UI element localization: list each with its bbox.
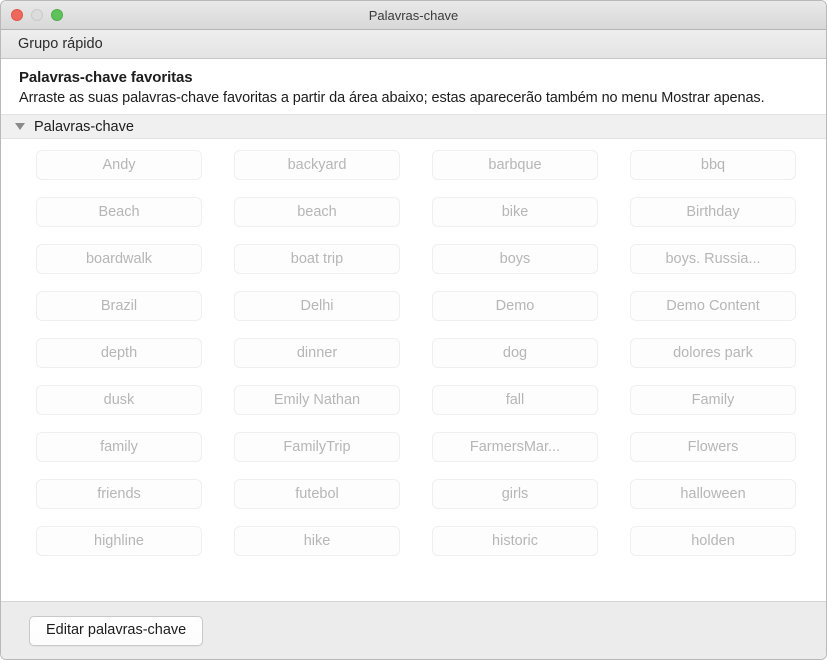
quick-group-label[interactable]: Grupo rápido <box>18 36 103 52</box>
section-title: Palavras-chave <box>34 118 134 135</box>
keyword-chip[interactable]: bbq <box>630 150 796 180</box>
keyword-chip[interactable]: Family <box>630 385 796 415</box>
keyword-chip-label: dog <box>502 345 528 361</box>
keyword-chip[interactable]: depth <box>36 338 202 368</box>
section-header-keywords[interactable]: Palavras-chave <box>1 114 826 139</box>
keyword-chip-label: highline <box>94 533 144 549</box>
keyword-chip-label: depth <box>100 345 138 361</box>
keyword-chip[interactable]: Emily Nathan <box>234 385 400 415</box>
keyword-chip[interactable]: family <box>36 432 202 462</box>
keyword-chip[interactable]: barbque <box>432 150 598 180</box>
keywords-grid-area: Andy backyard barbque bbq Beach beach bike Birt… <box>1 139 826 601</box>
keyword-chip[interactable]: highline <box>36 526 202 556</box>
edit-keywords-button[interactable]: Editar palavras-chave <box>29 615 204 646</box>
keyword-chip-label: Andy <box>102 157 136 173</box>
header-panel: Palavras-chave favoritas Arraste as suas… <box>1 59 826 114</box>
keyword-chip[interactable]: friends <box>36 479 202 509</box>
keyword-chip[interactable]: bike <box>432 197 598 227</box>
keyword-chip[interactable]: backyard <box>234 150 400 180</box>
keyword-chip[interactable]: futebol <box>234 479 400 509</box>
keyword-chip-label: holden <box>691 533 735 549</box>
page-description: Arraste as suas palavras-chave favoritas… <box>19 90 765 106</box>
keyword-chip[interactable]: FarmersMar... <box>432 432 598 462</box>
keyword-chip[interactable]: fall <box>432 385 598 415</box>
keyword-chip-label: boys <box>499 251 531 267</box>
keyword-chip-label: family <box>100 439 138 455</box>
keyword-chip-label: halloween <box>680 486 746 502</box>
keyword-chip[interactable]: dinner <box>234 338 400 368</box>
keyword-chip-label: hike <box>303 533 331 549</box>
keyword-chip-label: girls <box>501 486 529 502</box>
keyword-chip-label: FamilyTrip <box>283 439 351 455</box>
page-title: Palavras-chave favoritas <box>19 69 193 86</box>
keyword-chip[interactable]: Demo Content <box>630 291 796 321</box>
keyword-chip[interactable]: dog <box>432 338 598 368</box>
keyword-chip-label: Demo Content <box>666 298 760 314</box>
keyword-chip[interactable]: girls <box>432 479 598 509</box>
keywords-grid: Andy backyard barbque bbq Beach beach bike Birt… <box>1 150 826 556</box>
keyword-chip-label: backyard <box>287 157 347 173</box>
keyword-chip[interactable]: FamilyTrip <box>234 432 400 462</box>
keyword-chip-label: Emily Nathan <box>273 392 361 408</box>
title-bar: Palavras-chave <box>1 1 826 30</box>
footer-bar: Editar palavras-chave <box>1 601 826 659</box>
keyword-chip-label: dusk <box>103 392 135 408</box>
keyword-chip[interactable]: historic <box>432 526 598 556</box>
keyword-chip[interactable]: Flowers <box>630 432 796 462</box>
keyword-chip-label: FarmersMar... <box>469 439 561 455</box>
toolbar: Grupo rápido <box>1 30 826 59</box>
keyword-chip-label: boardwalk <box>85 251 153 267</box>
keyword-chip[interactable]: dolores park <box>630 338 796 368</box>
keyword-chip-label: historic <box>492 533 538 549</box>
keyword-chip[interactable]: Beach <box>36 197 202 227</box>
keyword-chip[interactable]: Delhi <box>234 291 400 321</box>
window-title: Palavras-chave <box>368 7 459 23</box>
minimize-button-icon[interactable] <box>31 9 43 21</box>
keyword-chip-label: bike <box>501 204 529 220</box>
close-button-icon[interactable] <box>11 9 23 21</box>
keyword-chip-label: Delhi <box>300 298 334 314</box>
triangle-down-icon[interactable] <box>15 123 25 130</box>
keyword-chip-label: dolores park <box>673 345 753 361</box>
keyword-chip[interactable]: dusk <box>36 385 202 415</box>
keyword-chip[interactable]: beach <box>234 197 400 227</box>
keyword-chip[interactable]: boys <box>432 244 598 274</box>
keyword-chip[interactable]: hike <box>234 526 400 556</box>
keywords-window: Palavras-chave Grupo rápido Palavras-cha… <box>0 0 827 660</box>
keyword-chip[interactable]: boat trip <box>234 244 400 274</box>
keyword-chip-label: Beach <box>98 204 140 220</box>
keyword-chip-label: Flowers <box>687 439 739 455</box>
zoom-button-icon[interactable] <box>51 9 63 21</box>
keyword-chip-label: dinner <box>296 345 338 361</box>
keyword-chip-label: barbque <box>488 157 542 173</box>
keyword-chip[interactable]: Andy <box>36 150 202 180</box>
keyword-chip[interactable]: boys. Russia... <box>630 244 796 274</box>
traffic-light-group <box>1 9 63 21</box>
keyword-chip[interactable]: Demo <box>432 291 598 321</box>
keyword-chip-label: fall <box>505 392 525 408</box>
keyword-chip[interactable]: Brazil <box>36 291 202 321</box>
keyword-chip-label: bbq <box>700 157 726 173</box>
keyword-chip[interactable]: Birthday <box>630 197 796 227</box>
keyword-chip-label: beach <box>297 204 337 220</box>
keyword-chip[interactable]: halloween <box>630 479 796 509</box>
keyword-chip-label: Birthday <box>686 204 740 220</box>
keyword-chip[interactable]: holden <box>630 526 796 556</box>
keyword-chip[interactable]: boardwalk <box>36 244 202 274</box>
keyword-chip-label: boys. Russia... <box>665 251 761 267</box>
keyword-chip-label: friends <box>97 486 141 502</box>
keyword-chip-label: futebol <box>295 486 339 502</box>
keyword-chip-label: Brazil <box>100 298 138 314</box>
keyword-chip-label: boat trip <box>290 251 344 267</box>
keyword-chip-label: Family <box>691 392 735 408</box>
keyword-chip-label: Demo <box>495 298 535 314</box>
